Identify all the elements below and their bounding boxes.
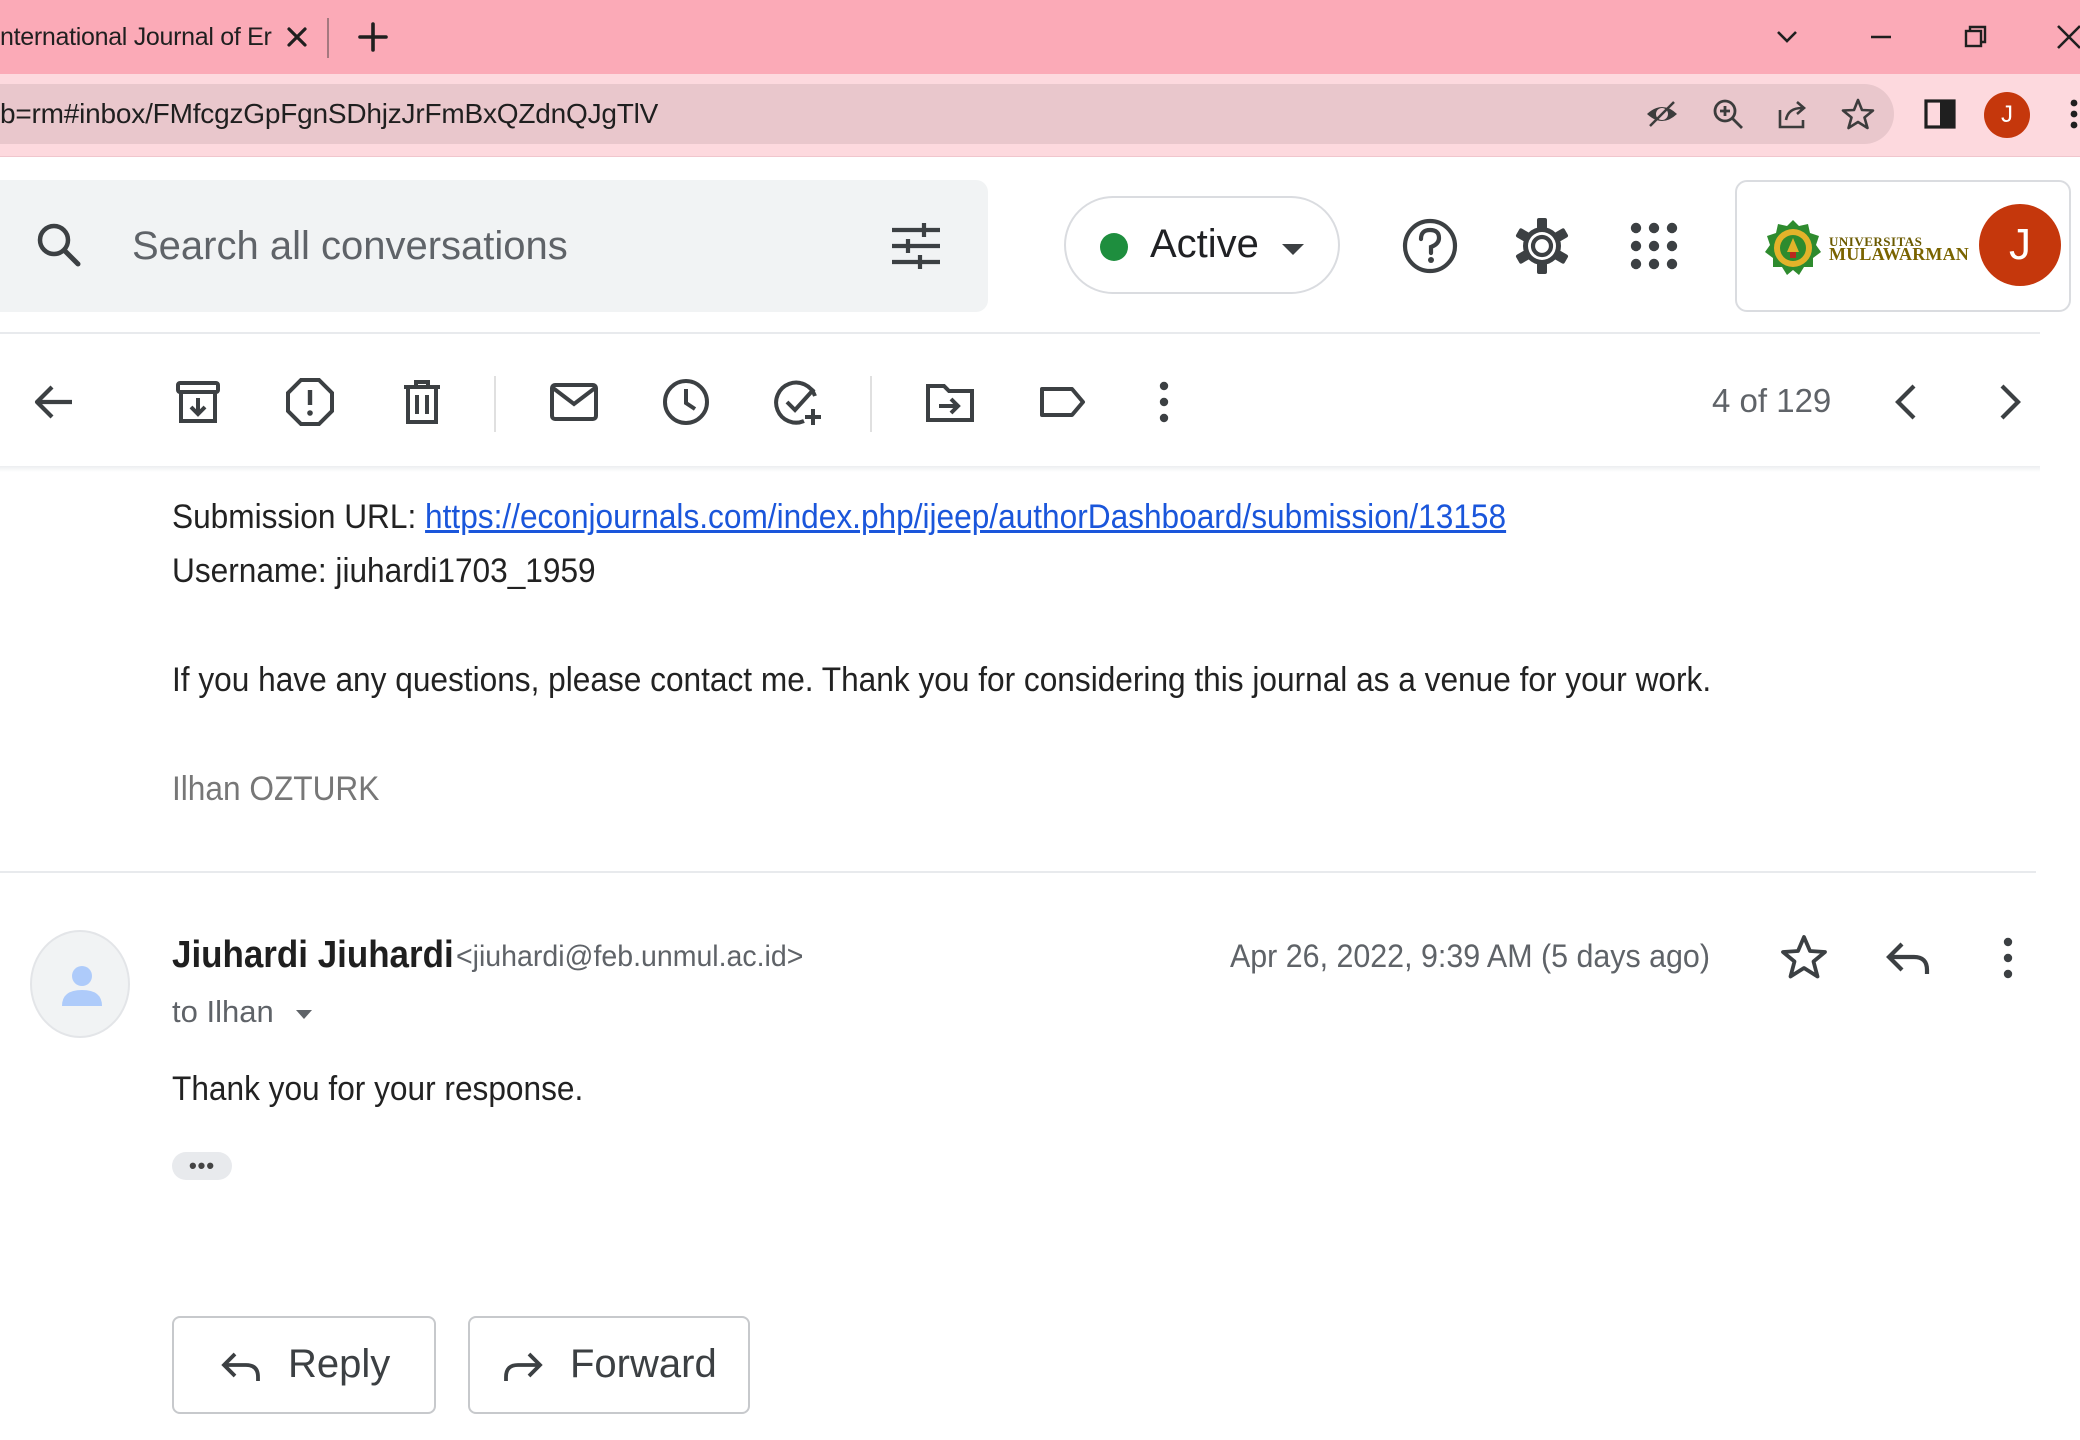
- search-icon[interactable]: [30, 216, 90, 276]
- status-button[interactable]: Active: [1064, 196, 1340, 294]
- zoom-icon[interactable]: [1710, 96, 1746, 132]
- more-options-icon[interactable]: [1136, 374, 1192, 430]
- pagination-count: 4 of 129: [1712, 382, 1832, 419]
- search-options-icon[interactable]: [886, 216, 946, 276]
- browser-tab[interactable]: nternational Journal of Er: [0, 0, 322, 74]
- forward-label: Forward: [570, 1342, 717, 1386]
- header-divider: [0, 332, 2040, 334]
- toolbar-separator: [494, 376, 496, 432]
- browser-chrome-border: [0, 156, 2080, 157]
- toolbar-separator: [870, 376, 872, 432]
- university-logo-text: UNIVERSITAS MULAWARMAN: [1829, 234, 1969, 264]
- username-line: Username: jiuhardi1703_1959: [172, 552, 596, 590]
- university-logo-icon: [1765, 220, 1821, 275]
- reply-icon: [221, 1352, 260, 1381]
- search-input[interactable]: [132, 220, 732, 272]
- close-window-icon[interactable]: [2048, 16, 2080, 58]
- forward-icon: [504, 1352, 543, 1381]
- help-icon[interactable]: [1398, 214, 1462, 278]
- status-dot: [1100, 233, 1128, 261]
- settings-gear-icon[interactable]: [1510, 214, 1574, 278]
- submission-url-link[interactable]: https://econjournals.com/index.php/ijeep…: [425, 498, 1506, 536]
- reply-label: Reply: [288, 1342, 391, 1386]
- back-arrow-icon[interactable]: [26, 374, 82, 430]
- signature: Ilhan OZTURK: [172, 770, 380, 808]
- show-trimmed-content-button[interactable]: •••: [172, 1152, 232, 1180]
- share-icon[interactable]: [1776, 96, 1812, 132]
- tracking-eye-icon[interactable]: [1644, 96, 1680, 132]
- reply-button[interactable]: Reply: [172, 1316, 436, 1414]
- reply-arrow-icon[interactable]: [1880, 930, 1936, 986]
- minimize-icon[interactable]: [1860, 16, 1902, 58]
- archive-icon[interactable]: [170, 374, 226, 430]
- search-bar: [0, 180, 988, 312]
- account-avatar[interactable]: J: [1979, 204, 2061, 286]
- tab-close-icon[interactable]: [282, 22, 312, 52]
- new-tab-icon[interactable]: [354, 18, 392, 56]
- tab-title: nternational Journal of Er: [0, 22, 272, 51]
- caret-down-icon: [1282, 244, 1304, 255]
- closing-line: If you have any questions, please contac…: [172, 661, 1712, 699]
- side-panel-icon[interactable]: [1920, 94, 1960, 134]
- browser-address-bar: b=rm#inbox/FMfcgzGpFgnSDhjzJrFmBxQZdnQJg…: [0, 74, 2080, 156]
- browser-tab-bar: nternational Journal of Er: [0, 0, 2080, 74]
- tab-separator: [327, 18, 329, 58]
- message-more-icon[interactable]: [1980, 930, 2036, 986]
- label-tag-icon[interactable]: [1034, 374, 1090, 430]
- sender-avatar[interactable]: [30, 930, 130, 1038]
- apps-grid-icon[interactable]: [1622, 214, 1686, 278]
- browser-menu-icon[interactable]: [2054, 94, 2080, 134]
- recipient-details[interactable]: to Ilhan: [172, 994, 274, 1030]
- status-label: Active: [1150, 222, 1259, 266]
- bookmark-star-icon[interactable]: [1840, 96, 1876, 132]
- forward-button[interactable]: Forward: [468, 1316, 750, 1414]
- url-text[interactable]: b=rm#inbox/FMfcgzGpFgnSDhjzJrFmBxQZdnQJg…: [0, 98, 658, 130]
- delete-trash-icon[interactable]: [394, 374, 450, 430]
- account-switcher[interactable]: UNIVERSITAS MULAWARMAN J: [1735, 180, 2071, 312]
- message-divider: [0, 871, 2036, 873]
- sender-name: Jiuhardi Jiuhardi: [172, 934, 454, 976]
- snooze-clock-icon[interactable]: [658, 374, 714, 430]
- omnibox[interactable]: b=rm#inbox/FMfcgzGpFgnSDhjzJrFmBxQZdnQJg…: [0, 84, 1894, 144]
- restore-icon[interactable]: [1954, 16, 1996, 58]
- toolbar-divider: [0, 466, 2040, 472]
- move-to-folder-icon[interactable]: [922, 374, 978, 430]
- mark-unread-mail-icon[interactable]: [546, 374, 602, 430]
- submission-url-line: Submission URL: https://econjournals.com…: [172, 498, 1506, 537]
- star-icon[interactable]: [1776, 930, 1832, 986]
- recipient-caret-down-icon[interactable]: [290, 1000, 318, 1028]
- older-chevron-right-icon[interactable]: [1980, 374, 2036, 430]
- person-icon: [62, 966, 102, 1006]
- sender-email: <jiuhardi@feb.unmul.ac.id>: [456, 940, 804, 973]
- report-spam-icon[interactable]: [282, 374, 338, 430]
- tab-search-chevron-icon[interactable]: [1766, 16, 1808, 58]
- add-to-tasks-icon[interactable]: [770, 374, 826, 430]
- message-date: Apr 26, 2022, 9:39 AM (5 days ago): [1230, 938, 1710, 974]
- message-body: Thank you for your response.: [172, 1070, 584, 1108]
- submission-url-label: Submission URL:: [172, 498, 426, 536]
- browser-profile-avatar[interactable]: J: [1984, 92, 2030, 138]
- newer-chevron-left-icon[interactable]: [1880, 374, 1936, 430]
